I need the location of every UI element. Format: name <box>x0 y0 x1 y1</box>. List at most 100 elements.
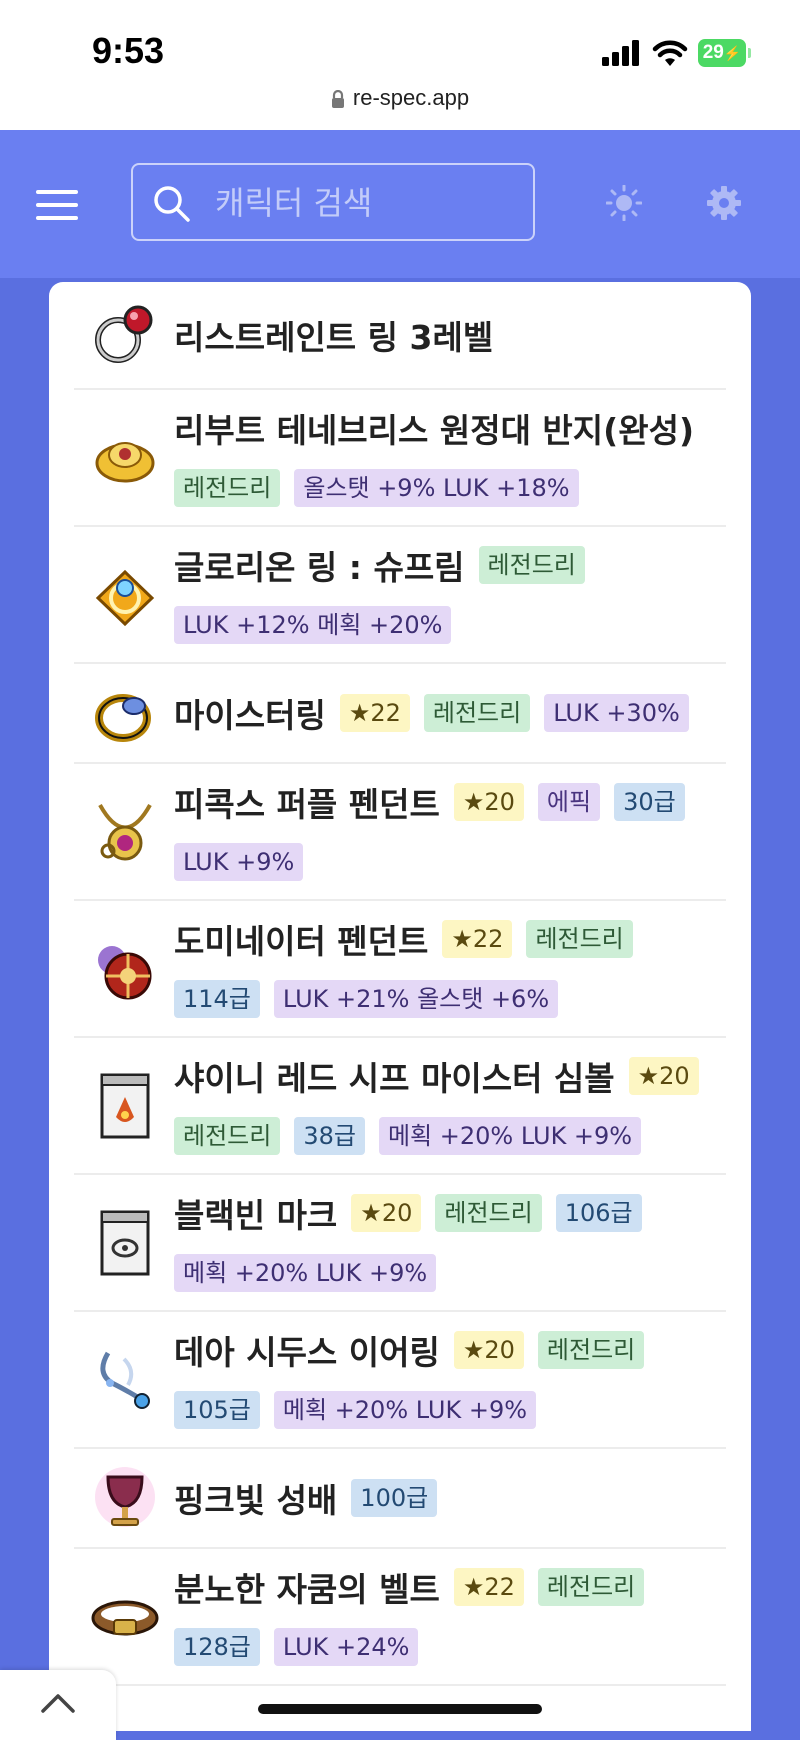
equipment-item[interactable]: 마이스터링 ★22 레전드리 LUK +30% <box>74 664 726 764</box>
badge-text: 메획 +20% LUK +9% <box>282 1395 528 1424</box>
hamburger-menu-icon[interactable] <box>36 190 78 220</box>
badge-text: 레전드리 <box>432 699 522 727</box>
equipment-item-body: 리스트레인트 링 3레벨 <box>174 305 726 365</box>
stat-badge: LUK +24% <box>273 1627 419 1666</box>
potential-grade-badge: 에픽 <box>537 782 601 821</box>
equipment-item-row: 레전드리 올스탯 +9% LUK +18% <box>174 458 726 518</box>
badge-text: 22 <box>472 924 504 953</box>
starforce-badge: ★22 <box>442 919 513 958</box>
potential-grade-badge: 레전드리 <box>478 545 585 584</box>
additional-option-grade-badge: 30급 <box>614 782 685 821</box>
search-icon <box>154 186 190 222</box>
stat-badge: 메획 +20% LUK +9% <box>273 1390 537 1429</box>
equipment-item-row: 105급 메획 +20% LUK +9% <box>174 1380 726 1440</box>
stat-badge: LUK +30% <box>544 694 689 732</box>
stat-badge: 올스탯 +9% LUK +18% <box>294 468 579 507</box>
equipment-item-body: 피콕스 퍼플 펜던트 ★20 에픽 30급 LUK +9% <box>174 772 726 892</box>
equipment-item-row: LUK +9% <box>174 832 726 892</box>
badge-text: 레전드리 <box>183 1121 272 1150</box>
equipment-item[interactable]: 리부트 테네브리스 원정대 반지(완성) 레전드리 올스탯 +9% LUK +18% <box>74 390 726 527</box>
starforce-badge: ★20 <box>453 1330 524 1369</box>
badge-text: 105급 <box>183 1395 251 1424</box>
star-icon: ★ <box>462 787 485 816</box>
equipment-item[interactable]: 블랙빈 마크 ★20 레전드리 106급 메획 +20% LUK +9% <box>74 1175 726 1312</box>
badge-text: 레전드리 <box>487 550 576 579</box>
scroll-to-top-button[interactable] <box>0 1670 116 1740</box>
equipment-name: 리스트레인트 링 3레벨 <box>174 318 494 357</box>
chevron-up-icon <box>41 1694 75 1713</box>
badge-text: 22 <box>370 699 401 727</box>
badge-text: LUK +12% 메획 +20% <box>183 610 443 639</box>
meister-symbol-icon <box>100 1073 150 1138</box>
equipment-item[interactable]: 핑크빛 성배 100급 <box>74 1449 726 1549</box>
equipment-item-row: LUK +12% 메획 +20% <box>174 595 726 655</box>
app-header <box>0 130 800 278</box>
stat-badge: LUK +12% 메획 +20% <box>174 605 452 644</box>
stat-badge: LUK +21% 올스탯 +6% <box>273 979 559 1018</box>
search-input[interactable] <box>213 179 517 227</box>
badge-text: 에픽 <box>546 787 592 816</box>
equipment-name: 도미네이터 펜던트 <box>174 921 429 961</box>
status-icons: 29 ⚡ <box>602 38 751 68</box>
badge-text: 레전드리 <box>546 1572 636 1601</box>
badge-text: 38급 <box>303 1121 356 1150</box>
equipment-name: 데아 시두스 이어링 <box>174 1332 440 1372</box>
equipment-item[interactable]: 데아 시두스 이어링 ★20 레전드리 105급 메획 +20% LUK +9% <box>74 1312 726 1449</box>
equipment-item[interactable]: 리스트레인트 링 3레벨 <box>74 282 726 390</box>
meister-ring-icon <box>95 694 151 742</box>
status-bar: 9:53 29 ⚡ re-spec.app <box>0 0 800 130</box>
dea-sidus-earring-icon <box>100 1351 150 1409</box>
starforce-badge: ★20 <box>628 1056 699 1095</box>
equipment-item-body: 리부트 테네브리스 원정대 반지(완성) 레전드리 올스탯 +9% LUK +18% <box>174 398 726 518</box>
equipment-item[interactable]: 샤이니 레드 시프 마이스터 심볼 ★20 레전드리 38급 메획 +20% LUK +… <box>74 1038 726 1175</box>
badge-text: 레전드리 <box>546 1335 636 1364</box>
equipment-name: 핑크빛 성배 <box>174 1481 338 1520</box>
equipment-item[interactable]: 글로리온 링 : 슈프림 레전드리 LUK +12% 메획 +20% <box>74 527 726 664</box>
equipment-item-row: 블랙빈 마크 ★20 레전드리 106급 <box>174 1183 726 1243</box>
equipment-item-row: 글로리온 링 : 슈프림 레전드리 <box>174 535 726 595</box>
badge-text: 20 <box>484 1335 515 1364</box>
equipment-item[interactable]: 도미네이터 펜던트 ★22 레전드리 114급 LUK +21% 올스탯 +6% <box>74 901 726 1038</box>
equipment-name: 글로리온 링 : 슈프림 <box>174 547 465 587</box>
potential-grade-badge: 레전드리 <box>174 1116 281 1155</box>
potential-grade-badge: 레전드리 <box>537 1330 645 1369</box>
stat-badge: LUK +9% <box>174 842 304 881</box>
equipment-item-row: 데아 시두스 이어링 ★20 레전드리 <box>174 1320 726 1380</box>
additional-option-grade-badge: 100급 <box>351 1479 438 1517</box>
restraint-ring-icon <box>95 305 153 363</box>
badge-text: 레전드리 <box>183 473 272 502</box>
address-bar[interactable]: re-spec.app <box>0 85 800 111</box>
badge-text: 메획 +20% LUK +9% <box>183 1258 428 1287</box>
equipment-item-row: 핑크빛 성배 100급 <box>174 1468 726 1528</box>
sun-icon[interactable] <box>606 185 642 221</box>
star-icon: ★ <box>348 699 371 727</box>
star-icon: ★ <box>637 1061 660 1090</box>
badge-text: 레전드리 <box>535 924 624 953</box>
glorion-ring-icon <box>95 569 155 626</box>
additional-option-grade-badge: 128급 <box>174 1627 260 1666</box>
equipment-item-row: 마이스터링 ★22 레전드리 LUK +30% <box>174 683 726 743</box>
equipment-item-body: 분노한 자쿰의 벨트 ★22 레전드리 128급 LUK +24% <box>174 1557 726 1677</box>
equipment-item-row: 샤이니 레드 시프 마이스터 심볼 ★20 <box>174 1046 726 1106</box>
equipment-item-body: 도미네이터 펜던트 ★22 레전드리 114급 LUK +21% 올스탯 +6% <box>174 909 726 1029</box>
equipment-item-row: 114급 LUK +21% 올스탯 +6% <box>174 969 726 1029</box>
equipment-item-row: 128급 LUK +24% <box>174 1617 726 1677</box>
starforce-badge: ★20 <box>453 782 524 821</box>
badge-text: 레전드리 <box>444 1198 533 1227</box>
starforce-badge: ★22 <box>453 1567 524 1606</box>
equipment-item-body: 글로리온 링 : 슈프림 레전드리 LUK +12% 메획 +20% <box>174 535 726 655</box>
starforce-badge: ★20 <box>351 1193 422 1232</box>
blackbean-mark-icon <box>100 1210 150 1275</box>
gear-icon[interactable] <box>706 185 742 221</box>
badge-text: LUK +9% <box>183 847 295 876</box>
potential-grade-badge: 레전드리 <box>423 694 531 732</box>
equipment-name: 블랙빈 마크 <box>174 1195 338 1235</box>
star-icon: ★ <box>462 1335 485 1364</box>
stat-badge: 메획 +20% LUK +9% <box>174 1253 437 1292</box>
additional-option-grade-badge: 114급 <box>174 979 260 1018</box>
potential-grade-badge: 레전드리 <box>435 1193 542 1232</box>
equipment-item[interactable]: 분노한 자쿰의 벨트 ★22 레전드리 128급 LUK +24% <box>74 1549 726 1686</box>
equipment-item-body: 데아 시두스 이어링 ★20 레전드리 105급 메획 +20% LUK +9% <box>174 1320 726 1440</box>
equipment-item[interactable]: 피콕스 퍼플 펜던트 ★20 에픽 30급 LUK +9% <box>74 764 726 901</box>
search-box[interactable] <box>131 163 535 241</box>
